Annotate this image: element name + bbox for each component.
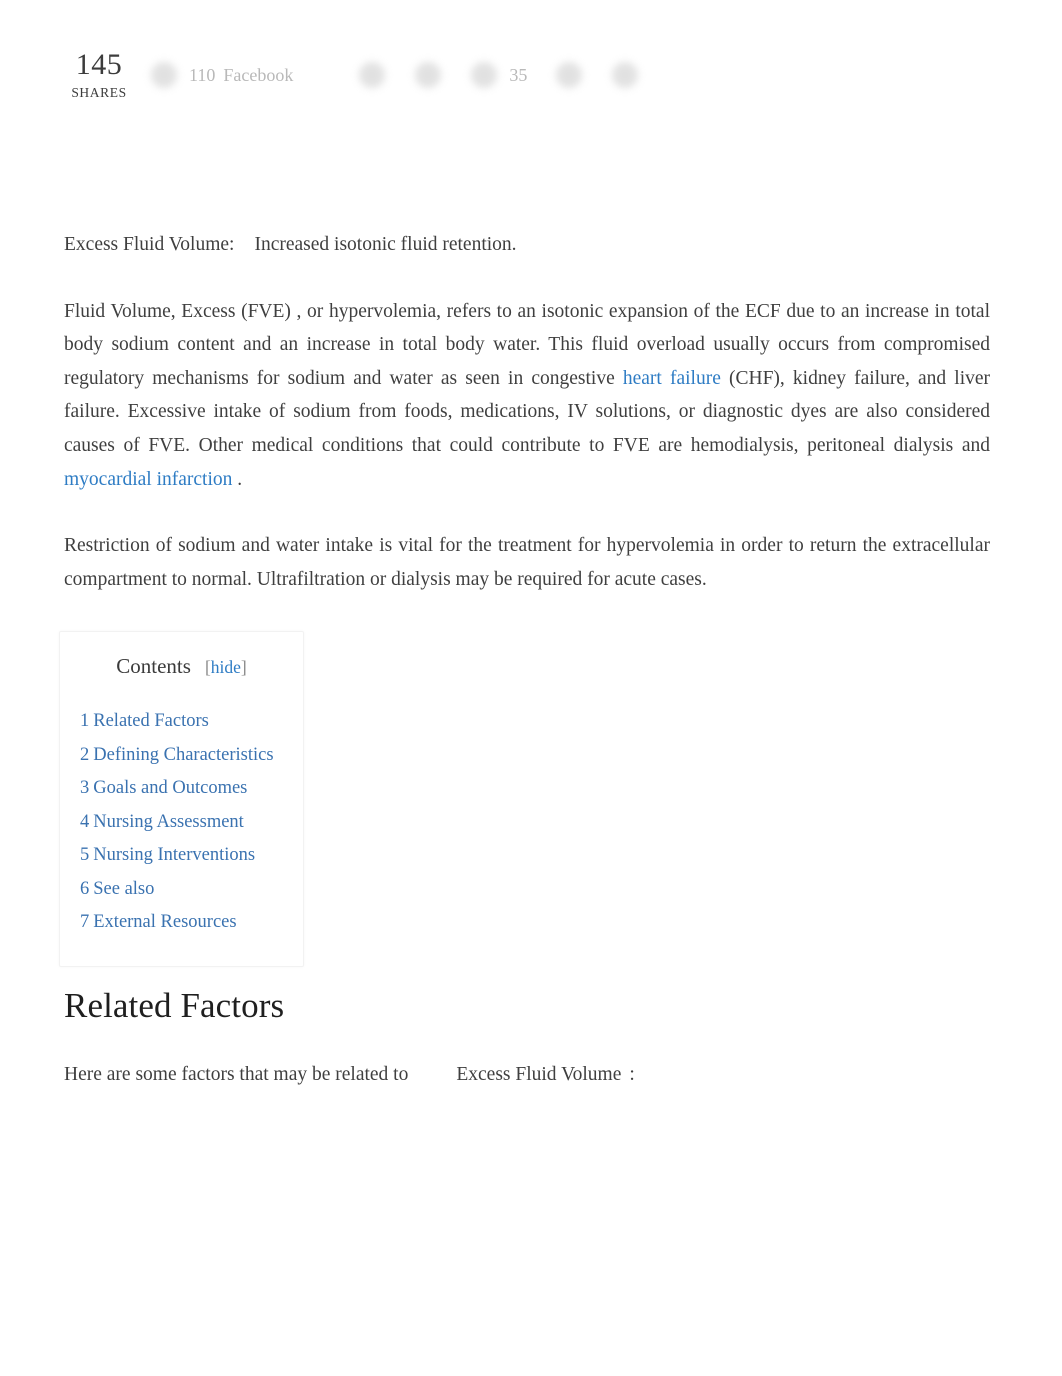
intro-text-1: Fluid Volume, Excess (FVE): [64, 300, 291, 322]
toc-item-2: 2 Defining Characteristics: [80, 739, 283, 773]
section-intro-paragraph: Here are some factors that may be relate…: [64, 1058, 990, 1092]
toc-item-7: 7 External Resources: [80, 906, 283, 940]
toc-item-6: 6 See also: [80, 873, 283, 907]
article-body: Excess Fluid Volume: Increased isotonic f…: [64, 228, 990, 596]
share-button-email[interactable]: [556, 55, 583, 95]
toc-link-nursing-assessment[interactable]: 4 Nursing Assessment: [80, 812, 244, 832]
share-button-linkedin[interactable]: 35: [471, 55, 527, 95]
toc-link-goals-and-outcomes[interactable]: 3 Goals and Outcomes: [80, 778, 247, 798]
toc-number-6: 6: [80, 878, 90, 899]
more-share-icon: [612, 62, 639, 88]
toc-label-1: Related Factors: [93, 711, 209, 731]
toc-label-2: Defining Characteristics: [93, 744, 274, 765]
section-intro-text-1: Here are some factors that may be relate…: [64, 1064, 409, 1085]
toc-item-1: 1 Related Factors: [80, 705, 283, 739]
toc-header: Contents [hide]: [80, 654, 283, 679]
toc-item-3: 3 Goals and Outcomes: [80, 772, 283, 806]
share-buttons: 110 Facebook 35: [151, 55, 639, 95]
link-heart-failure[interactable]: heart failure: [623, 368, 721, 389]
total-shares-count: 145: [75, 48, 123, 82]
toc-label-4: Nursing Assessment: [93, 811, 244, 832]
section-intro-term: Excess Fluid Volume: [456, 1064, 622, 1085]
share-button-pinterest[interactable]: [415, 55, 442, 95]
intro-paragraph: Fluid Volume, Excess (FVE) , or hypervol…: [64, 295, 990, 497]
section-heading-related-factors: Related Factors: [64, 986, 285, 1025]
toc-number-7: 7: [80, 912, 90, 932]
share-bar: 145 SHARES 110 Facebook 35: [64, 44, 998, 106]
toc-number-2: 2: [80, 744, 90, 765]
toc-item-4: 4 Nursing Assessment: [80, 806, 283, 840]
toc-link-defining-characteristics[interactable]: 2 Defining Characteristics: [80, 745, 274, 765]
toc-hide-toggle: [hide]: [205, 657, 247, 677]
twitter-icon: [359, 62, 386, 88]
total-shares-label: SHARES: [71, 85, 127, 101]
toc-label-7: External Resources: [93, 912, 237, 932]
pinterest-icon: [415, 62, 442, 88]
share-button-twitter[interactable]: [359, 55, 386, 95]
link-myocardial-infarction[interactable]: myocardial infarction: [64, 469, 232, 490]
toc-number-1: 1: [80, 711, 90, 731]
toc-title-label: Contents: [116, 654, 191, 678]
toc-link-external-resources[interactable]: 7 External Resources: [80, 912, 237, 932]
toc-link-see-also[interactable]: 6 See also: [80, 879, 154, 899]
toc-bracket-close: ]: [240, 657, 247, 677]
share-button-more[interactable]: [612, 55, 639, 95]
share-button-facebook-label: 110: [189, 64, 216, 85]
toc-link-nursing-interventions[interactable]: 5 Nursing Interventions: [80, 845, 255, 865]
toc-number-5: 5: [80, 845, 90, 865]
toc-hide-link[interactable]: hide: [211, 657, 241, 677]
toc-number-3: 3: [80, 778, 90, 798]
toc-label-6: See also: [93, 878, 155, 899]
share-button-facebook-network: Facebook: [223, 64, 294, 85]
share-button-facebook[interactable]: 110 Facebook: [151, 55, 293, 95]
email-icon: [556, 62, 583, 88]
table-of-contents: Contents [hide] 1 Related Factors 2 Definin…: [59, 631, 304, 967]
definition-text: Increased isotonic fluid retention.: [254, 234, 517, 255]
toc-item-5: 5 Nursing Interventions: [80, 839, 283, 873]
toc-label-5: Nursing Interventions: [93, 845, 256, 865]
total-shares: 145 SHARES: [64, 50, 134, 100]
section-intro: Here are some factors that may be relate…: [64, 1058, 990, 1092]
facebook-icon: [151, 62, 177, 88]
treatment-paragraph: Restriction of sodium and water intake i…: [64, 535, 990, 590]
linkedin-icon: [471, 62, 498, 88]
toc-list: 1 Related Factors 2 Defining Characteristi…: [80, 705, 283, 940]
share-button-linkedin-label: 35: [509, 64, 528, 85]
section-intro-text-2: :: [629, 1064, 635, 1085]
intro-text-4: .: [237, 468, 243, 490]
toc-link-related-factors[interactable]: 1 Related Factors: [80, 711, 209, 731]
toc-label-3: Goals and Outcomes: [93, 778, 248, 798]
definition-paragraph: Excess Fluid Volume: Increased isotonic f…: [64, 228, 990, 262]
definition-term: Excess Fluid Volume:: [64, 234, 235, 255]
toc-number-4: 4: [80, 811, 90, 832]
